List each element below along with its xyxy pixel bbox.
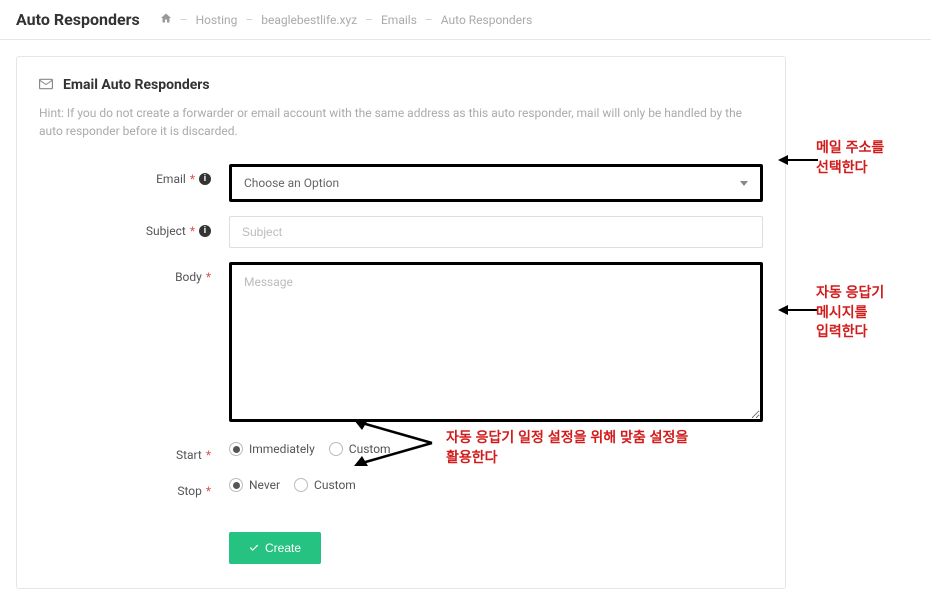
annotation-body: 자동 응답기 메시지를 입력한다 — [816, 283, 884, 342]
breadcrumb-separator: – — [180, 13, 188, 27]
panel-hint: Hint: If you do not create a forwarder o… — [39, 104, 763, 140]
breadcrumb: – Hosting – beaglebestlife.xyz – Emails … — [160, 12, 533, 27]
breadcrumb-separator: – — [425, 13, 433, 27]
breadcrumb-current: Auto Responders — [441, 13, 533, 27]
info-icon[interactable]: i — [199, 225, 211, 237]
stop-radio-group: Never Custom — [229, 476, 763, 492]
check-icon — [249, 543, 259, 553]
subject-label: Subject* i — [39, 216, 229, 238]
panel-header: Email Auto Responders — [39, 75, 763, 94]
home-icon[interactable] — [160, 12, 172, 27]
breadcrumb-separator: – — [365, 13, 373, 27]
breadcrumb-separator: – — [245, 13, 253, 27]
email-select-value: Choose an Option — [244, 176, 339, 190]
stop-custom-radio[interactable]: Custom — [294, 478, 356, 492]
email-label: Email* i — [39, 164, 229, 186]
start-immediately-radio[interactable]: Immediately — [229, 442, 315, 456]
stop-never-radio[interactable]: Never — [229, 478, 280, 492]
annotation-email: 메일 주소를 선택한다 — [816, 138, 884, 177]
body-textarea[interactable] — [229, 262, 763, 422]
breadcrumb-hosting[interactable]: Hosting — [196, 13, 238, 27]
stop-row: Stop* Never Custom — [39, 476, 763, 498]
breadcrumb-emails[interactable]: Emails — [381, 13, 417, 27]
create-button[interactable]: Create — [229, 532, 321, 564]
page-header: Auto Responders – Hosting – beaglebestli… — [0, 0, 931, 40]
subject-input[interactable] — [229, 216, 763, 248]
breadcrumb-domain[interactable]: beaglebestlife.xyz — [261, 13, 357, 27]
page-title: Auto Responders — [16, 10, 140, 29]
body-row: Body* — [39, 262, 763, 426]
subject-row: Subject* i — [39, 216, 763, 248]
start-custom-radio[interactable]: Custom — [329, 442, 391, 456]
stop-label: Stop* — [39, 476, 229, 498]
panel-title: Email Auto Responders — [63, 77, 210, 93]
email-row: Email* i Choose an Option — [39, 164, 763, 202]
email-select[interactable]: Choose an Option — [229, 164, 763, 202]
start-label: Start* — [39, 440, 229, 462]
main-panel: Email Auto Responders Hint: If you do no… — [16, 56, 786, 589]
annotation-schedule: 자동 응답기 일정 설정을 위해 맞춤 설정을 활용한다 — [446, 428, 688, 467]
info-icon[interactable]: i — [199, 173, 211, 185]
chevron-down-icon — [740, 181, 748, 186]
mail-icon — [39, 75, 53, 94]
body-label: Body* — [39, 262, 229, 284]
